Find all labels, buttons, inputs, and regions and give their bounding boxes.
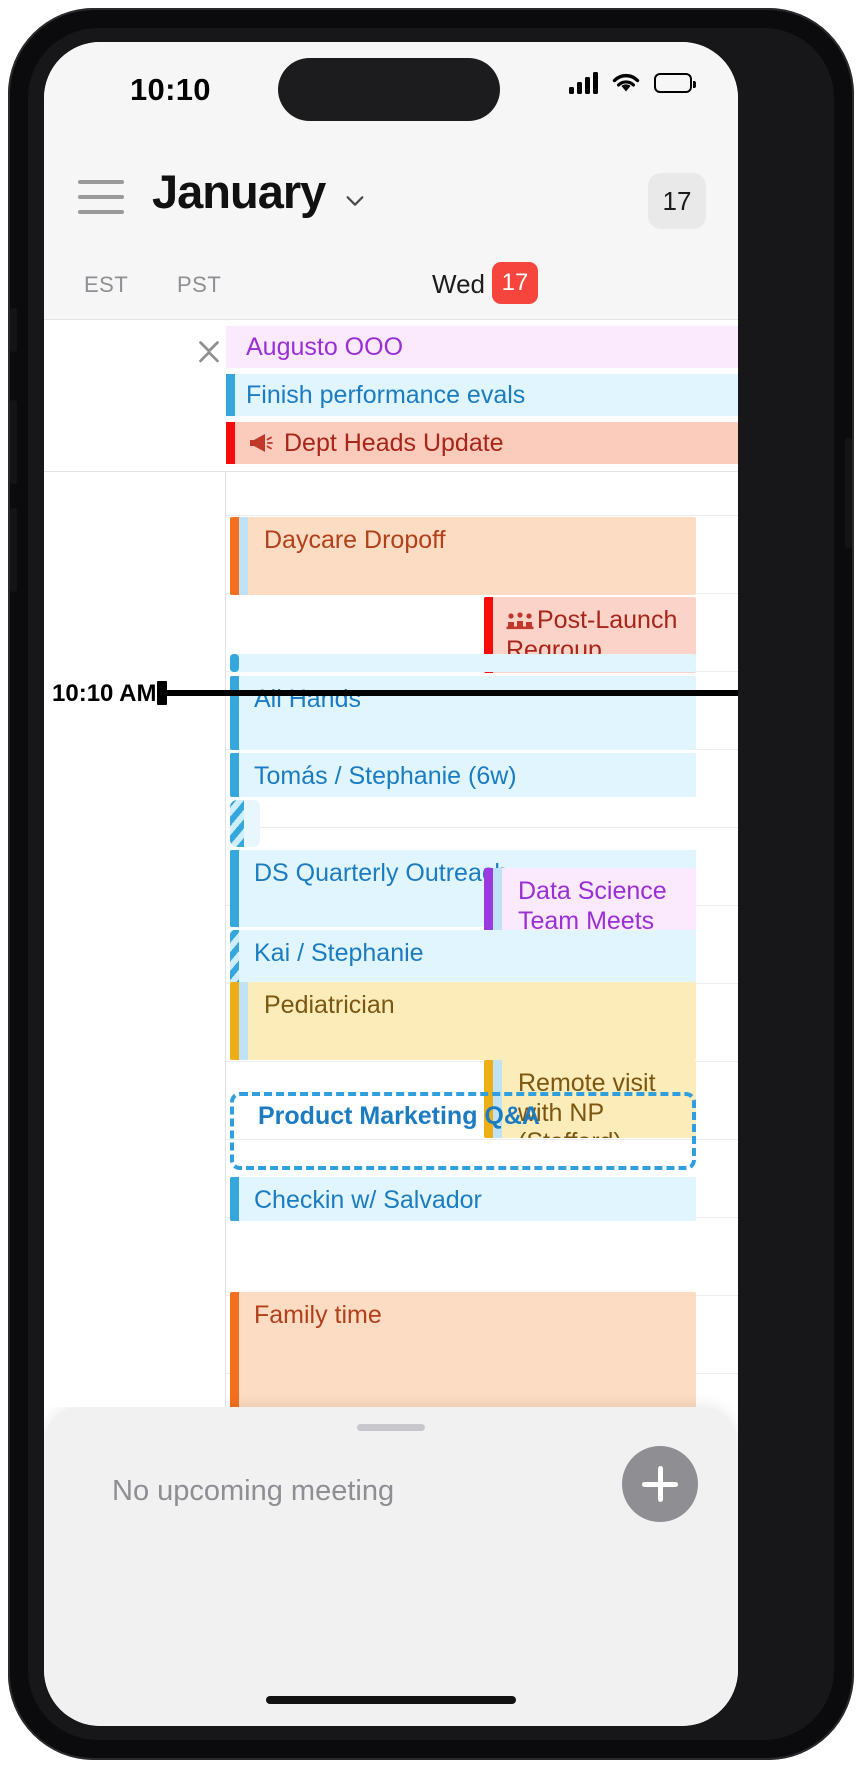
event-color-bar: [226, 422, 235, 464]
event-color-bar: [230, 982, 239, 1060]
calendar-event[interactable]: [230, 654, 696, 672]
event-title: DS Quarterly Outreach: [254, 859, 509, 887]
timezone-day-header: EST PST Wed 17: [44, 247, 738, 320]
calendar-event[interactable]: Checkin w/ Salvador: [230, 1177, 696, 1221]
all-day-events-section: Augusto OOO Finish performance evals Dep…: [44, 320, 738, 472]
sheet-grabber[interactable]: [357, 1424, 425, 1431]
status-bar-clock: 10:10: [130, 72, 211, 107]
day-number-badge[interactable]: 17: [492, 262, 538, 304]
chevron-down-icon[interactable]: [344, 190, 366, 212]
collapse-chevrons-icon[interactable]: [192, 334, 226, 368]
all-day-event-title: Augusto OOO: [246, 332, 404, 361]
current-time-knob: [157, 681, 167, 705]
bottom-sheet[interactable]: No upcoming meeting: [44, 1407, 738, 1726]
calendar-event[interactable]: Tomás / Stephanie (6w): [230, 753, 696, 797]
mute-switch-button[interactable]: [10, 308, 17, 352]
phone-frame: 10:10 January 17 EST PST Wed 17 Augusto …: [8, 8, 854, 1760]
event-title: Kai / Stephanie: [254, 939, 424, 967]
calendar-event-tentative[interactable]: [230, 800, 260, 847]
event-color-bar: [230, 753, 239, 797]
calendar-event[interactable]: Pediatrician: [230, 982, 696, 1060]
all-day-event-title: Finish performance evals: [246, 380, 526, 409]
today-button[interactable]: 17: [648, 173, 706, 229]
phone-screen: 10:10 January 17 EST PST Wed 17 Augusto …: [44, 42, 738, 1726]
event-color-bar-secondary: [239, 517, 248, 595]
event-color-bar-striped: [230, 800, 244, 847]
meeting-people-icon: [506, 612, 534, 630]
wifi-icon: [612, 73, 640, 92]
event-color-bar-secondary: [239, 982, 248, 1060]
event-color-bar: [230, 676, 239, 750]
all-day-event[interactable]: Augusto OOO: [226, 326, 738, 368]
timezone-label-est: EST: [84, 272, 129, 297]
event-title: Tomás / Stephanie (6w): [254, 762, 517, 790]
event-title: Data Science Team Meets: [518, 877, 667, 935]
event-title: Daycare Dropoff: [264, 526, 446, 554]
battery-icon: [654, 73, 696, 93]
event-title: Checkin w/ Salvador: [254, 1186, 482, 1214]
navigation-bar: January 17: [44, 152, 738, 247]
event-title: Family time: [254, 1301, 382, 1329]
calendar-event[interactable]: All Hands: [230, 676, 696, 750]
hamburger-menu-icon[interactable]: [78, 180, 124, 214]
status-bar: 10:10: [44, 42, 738, 152]
event-title: Product Marketing Q&A: [258, 1102, 540, 1130]
event-color-bar: [230, 1292, 239, 1407]
event-color-bar: [230, 654, 239, 672]
volume-down-button[interactable]: [10, 508, 17, 592]
all-day-event[interactable]: Finish performance evals: [226, 374, 738, 416]
time-gutter: [44, 472, 226, 1407]
current-time-indicator: [157, 681, 738, 705]
event-color-bar: [230, 517, 239, 595]
day-name-label: Wed: [432, 269, 485, 299]
timezone-label-pst: PST: [177, 272, 222, 297]
events-layer: Daycare Dropoff Post-Launch Regroup All …: [226, 472, 738, 1407]
event-color-bar: [230, 1177, 239, 1221]
day-time-grid[interactable]: 11AM8AM 12PM9AM 1PM10AM 2PM11AM 3PM12PM …: [44, 472, 738, 1407]
all-day-event-title: Dept Heads Update: [284, 428, 504, 457]
event-color-bar: [230, 850, 239, 927]
cellular-signal-icon: [569, 72, 598, 94]
add-event-button[interactable]: [622, 1446, 698, 1522]
megaphone-icon: [250, 434, 273, 452]
event-color-bar: [226, 374, 235, 416]
dynamic-island: [278, 58, 500, 121]
event-title: Pediatrician: [264, 991, 395, 1019]
all-day-event[interactable]: Dept Heads Update: [226, 422, 738, 464]
current-time-label: 10:10 AM: [52, 680, 157, 707]
home-indicator[interactable]: [266, 1696, 516, 1704]
upcoming-meeting-status: No upcoming meeting: [112, 1475, 395, 1507]
power-button[interactable]: [845, 438, 852, 548]
calendar-event-proposed[interactable]: Product Marketing Q&A: [230, 1092, 696, 1170]
page-title[interactable]: January: [152, 164, 326, 219]
status-bar-icons: [569, 72, 696, 94]
volume-up-button[interactable]: [10, 400, 17, 484]
calendar-event[interactable]: Family time: [230, 1292, 696, 1407]
calendar-event[interactable]: Daycare Dropoff: [230, 517, 696, 595]
